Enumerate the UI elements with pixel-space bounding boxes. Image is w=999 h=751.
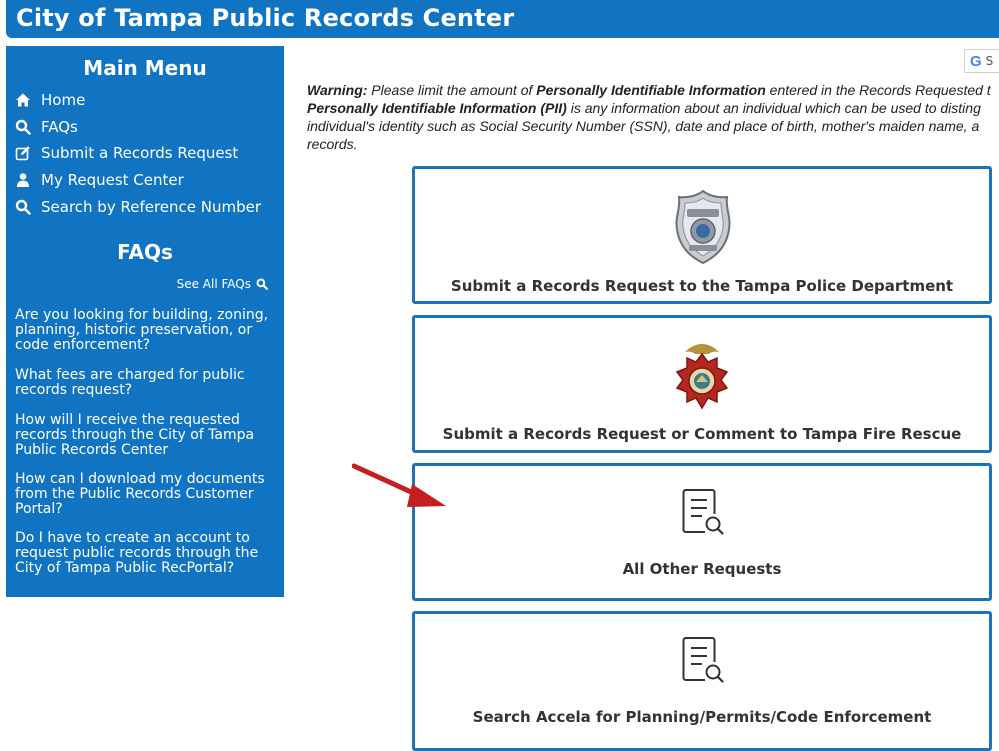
faq-link[interactable]: How will I receive the requested records… [15, 413, 270, 458]
fire-rescue-badge-icon [675, 344, 729, 410]
warning-text: entered in the Records Requested t [765, 82, 991, 98]
google-logo-icon: G [970, 52, 982, 70]
police-request-card[interactable]: Submit a Records Request to the Tampa Po… [412, 166, 992, 304]
site-title: City of Tampa Public Records Center [16, 4, 515, 32]
main-menu-title: Main Menu [83, 56, 207, 80]
menu-item-label: Search by Reference Number [41, 198, 262, 216]
card-label: Submit a Records Request to the Tampa Po… [450, 277, 954, 295]
menu-item-label: Home [41, 91, 86, 109]
google-translate-button[interactable]: G S [964, 49, 999, 73]
menu-item-submit-request[interactable]: Submit a Records Request [15, 144, 238, 162]
user-icon [15, 172, 33, 188]
faq-link[interactable]: Are you looking for building, zoning, pl… [15, 308, 270, 353]
menu-item-request-center[interactable]: My Request Center [15, 171, 184, 189]
menu-item-home[interactable]: Home [15, 91, 85, 109]
faq-link[interactable]: What fees are charged for public records… [15, 368, 270, 398]
edit-icon [15, 145, 33, 161]
menu-item-faqs[interactable]: FAQs [15, 118, 78, 136]
site-header: City of Tampa Public Records Center [6, 0, 999, 38]
home-icon [15, 92, 33, 108]
card-label: Search Accela for Planning/Permits/Code … [472, 708, 932, 726]
warning-bold: Personally Identifiable Information [536, 82, 766, 98]
menu-item-label: My Request Center [41, 171, 184, 189]
search-icon [15, 119, 33, 135]
warning-bold: Personally Identifiable Information (PII… [307, 100, 567, 116]
card-label: All Other Requests [622, 560, 782, 578]
warning-text: records. [307, 136, 358, 152]
warning-text: individual's identity such as Social Sec… [307, 118, 980, 134]
google-button-label: S [985, 54, 994, 68]
warning-text: is any information about an individual w… [566, 100, 981, 116]
police-badge-icon [675, 189, 731, 265]
warning-text: Please limit the amount of [367, 82, 537, 98]
all-other-requests-card[interactable]: All Other Requests [412, 463, 992, 601]
see-all-faqs-label: See All FAQs [176, 277, 251, 291]
sidebar: Main Menu Home FAQs Submit a Records Req… [6, 46, 284, 597]
warning-lead: Warning: [307, 82, 368, 98]
menu-item-search-reference[interactable]: Search by Reference Number [15, 198, 261, 216]
search-icon [15, 199, 33, 215]
document-search-icon [682, 637, 724, 683]
see-all-faqs-link[interactable]: See All FAQs [177, 277, 268, 291]
pii-warning: Warning: Please limit the amount of Pers… [307, 81, 999, 153]
card-label: Submit a Records Request or Comment to T… [442, 425, 962, 443]
faq-link[interactable]: Do I have to create an account to reques… [15, 531, 270, 576]
faq-link[interactable]: How can I download my documents from the… [15, 472, 270, 517]
document-search-icon [682, 489, 724, 535]
menu-item-label: Submit a Records Request [41, 144, 239, 162]
accela-search-card[interactable]: Search Accela for Planning/Permits/Code … [412, 611, 992, 751]
menu-item-label: FAQs [41, 118, 78, 136]
search-icon [256, 278, 268, 290]
red-arrow-annotation [352, 463, 446, 507]
faqs-title: FAQs [117, 240, 173, 264]
fire-rescue-request-card[interactable]: Submit a Records Request or Comment to T… [412, 315, 992, 453]
